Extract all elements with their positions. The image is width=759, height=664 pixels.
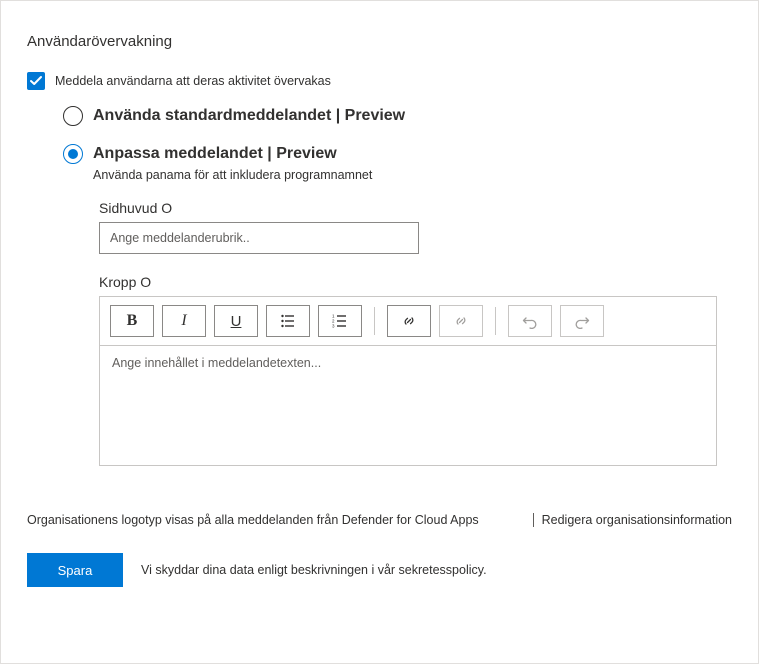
underline-icon: U bbox=[231, 313, 242, 330]
custom-message-form: Sidhuvud O Kropp O B I U 123 bbox=[99, 200, 732, 469]
page-title: Användarövervakning bbox=[27, 33, 732, 50]
numbered-list-button[interactable]: 123 bbox=[318, 305, 362, 337]
radio-custom-sublabel: Använda panama för att inkludera program… bbox=[93, 168, 732, 182]
save-button[interactable]: Spara bbox=[27, 553, 123, 587]
footer-row: Organisationens logotyp visas på alla me… bbox=[27, 513, 732, 527]
undo-icon bbox=[522, 313, 538, 329]
toolbar-divider bbox=[374, 307, 375, 335]
italic-icon: I bbox=[181, 312, 186, 330]
radio-dot-icon bbox=[68, 149, 78, 159]
link-button[interactable] bbox=[387, 305, 431, 337]
unlink-icon bbox=[453, 313, 469, 329]
edit-org-link[interactable]: Redigera organisationsinformation bbox=[533, 513, 732, 527]
header-field-label: Sidhuvud O bbox=[99, 200, 732, 216]
body-textarea[interactable] bbox=[99, 346, 717, 466]
radio-standard[interactable] bbox=[63, 106, 83, 126]
bold-icon: B bbox=[127, 312, 138, 330]
body-field-label: Kropp O bbox=[99, 274, 732, 290]
header-input[interactable] bbox=[99, 222, 419, 254]
redo-icon bbox=[574, 313, 590, 329]
redo-button[interactable] bbox=[560, 305, 604, 337]
rich-text-toolbar: B I U 123 bbox=[99, 296, 717, 346]
notify-checkbox-row[interactable]: Meddela användarna att deras aktivitet ö… bbox=[27, 72, 732, 90]
privacy-note: Vi skyddar dina data enligt beskrivninge… bbox=[141, 563, 487, 577]
italic-button[interactable]: I bbox=[162, 305, 206, 337]
svg-text:3: 3 bbox=[332, 324, 335, 329]
save-row: Spara Vi skyddar dina data enligt beskri… bbox=[27, 553, 732, 587]
toolbar-divider-2 bbox=[495, 307, 496, 335]
unlink-button[interactable] bbox=[439, 305, 483, 337]
underline-button[interactable]: U bbox=[214, 305, 258, 337]
bold-button[interactable]: B bbox=[110, 305, 154, 337]
notify-checkbox[interactable] bbox=[27, 72, 45, 90]
radio-custom[interactable] bbox=[63, 144, 83, 164]
bullet-list-button[interactable] bbox=[266, 305, 310, 337]
message-radio-group: Använda standardmeddelandet | Preview An… bbox=[63, 106, 732, 469]
radio-custom-label: Anpassa meddelandet | Preview bbox=[93, 145, 337, 163]
user-monitoring-panel: Användarövervakning Meddela användarna a… bbox=[0, 0, 759, 664]
radio-standard-label: Använda standardmeddelandet | Preview bbox=[93, 107, 405, 125]
link-icon bbox=[401, 313, 417, 329]
undo-button[interactable] bbox=[508, 305, 552, 337]
numbered-list-icon: 123 bbox=[332, 313, 348, 329]
radio-standard-row[interactable]: Använda standardmeddelandet | Preview bbox=[63, 106, 732, 126]
logo-note: Organisationens logotyp visas på alla me… bbox=[27, 513, 479, 527]
radio-custom-row[interactable]: Anpassa meddelandet | Preview bbox=[63, 144, 732, 164]
notify-checkbox-label: Meddela användarna att deras aktivitet ö… bbox=[55, 74, 331, 88]
bullet-list-icon bbox=[280, 313, 296, 329]
check-icon bbox=[30, 75, 42, 87]
